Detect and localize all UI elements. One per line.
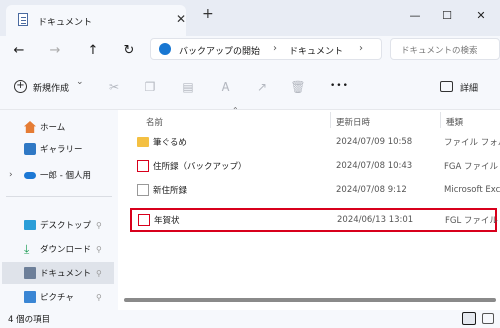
home-icon [24, 121, 36, 133]
toolbar: + 新規作成 ⌄ ✂ ❐ ▤ Ꭺ ↗ 🗑 ••• 詳細 [0, 64, 500, 110]
sidebar: ホーム ギャラリー › 一郎 - 個人用 デスクトップ ⚲ ⤓ ダウンロード ⚲… [0, 110, 118, 310]
new-button[interactable]: + 新規作成 ⌄ [14, 77, 94, 97]
paste-icon[interactable]: ▤ [180, 79, 196, 95]
pin-icon[interactable]: ⚲ [96, 293, 102, 302]
breadcrumb-backup[interactable]: バックアップの開始 [179, 44, 260, 57]
details-label: 詳細 [460, 84, 479, 94]
sidebar-item-downloads[interactable]: ⤓ ダウンロード ⚲ [0, 238, 118, 260]
more-options-button[interactable]: ••• [330, 81, 349, 91]
tab-documents[interactable]: ドキュメント ✕ [6, 5, 186, 36]
pictures-icon [24, 291, 36, 303]
sidebar-divider [6, 196, 112, 197]
expand-chevron-icon[interactable]: › [9, 170, 13, 180]
column-divider [330, 112, 331, 128]
address-row: ← → ↑ ↻ バックアップの開始 › ドキュメント › ドキュメントの検索 [0, 36, 500, 64]
sort-chevron-icon: ⌃ [232, 106, 239, 115]
sidebar-item-documents[interactable]: ドキュメント ⚲ [2, 262, 114, 284]
fga-file-icon [137, 160, 149, 172]
back-icon[interactable]: ← [8, 39, 30, 61]
file-date: 2024/07/09 10:58 [336, 137, 413, 147]
tiles-view-icon[interactable] [482, 313, 494, 324]
file-type: Microsoft Excel [444, 185, 500, 195]
item-count: 4 個の項目 [8, 315, 51, 325]
sidebar-item-label: デスクトップ [40, 221, 92, 231]
file-name: 筆ぐるめ [153, 138, 187, 148]
file-name: 新住所録 [153, 186, 188, 196]
maximize-button[interactable]: ☐ [432, 4, 462, 26]
tab-close-icon[interactable]: ✕ [176, 12, 186, 26]
file-date: 2024/06/13 13:01 [337, 215, 414, 225]
document-icon [18, 13, 28, 26]
column-header-type[interactable]: 種類 [446, 116, 463, 128]
table-row[interactable]: 新住所録 2024/07/08 9:12 Microsoft Excel [131, 180, 500, 200]
documents-icon [24, 267, 36, 279]
delete-icon[interactable]: 🗑 [290, 79, 306, 95]
horizontal-scrollbar[interactable] [124, 298, 496, 302]
file-date: 2024/07/08 9:12 [336, 185, 407, 195]
column-header-name[interactable]: 名前 [146, 116, 163, 128]
sidebar-item-desktop[interactable]: デスクトップ ⚲ [0, 214, 118, 236]
breadcrumb-separator: › [273, 43, 277, 54]
rename-icon[interactable]: Ꭺ [218, 79, 234, 95]
share-icon[interactable]: ↗ [254, 79, 270, 95]
status-bar: 4 個の項目 [0, 310, 500, 328]
add-tab-icon[interactable]: + [202, 6, 214, 22]
sidebar-item-pictures[interactable]: ピクチャ ⚲ [0, 286, 118, 308]
pin-icon[interactable]: ⚲ [96, 221, 102, 230]
forward-icon[interactable]: → [44, 39, 66, 61]
cut-icon[interactable]: ✂ [106, 79, 122, 95]
tab-title: ドキュメント [38, 18, 93, 28]
up-icon[interactable]: ↑ [82, 39, 104, 61]
desktop-icon [24, 220, 36, 230]
file-name: 住所録（バックアップ） [153, 162, 247, 172]
chevron-down-icon: ⌄ [76, 77, 84, 87]
minimize-button[interactable]: — [400, 4, 430, 26]
file-date: 2024/07/08 10:43 [336, 161, 413, 171]
search-placeholder: ドキュメントの検索 [401, 46, 478, 56]
table-row[interactable]: 筆ぐるめ 2024/07/09 10:58 ファイル フォルダー [131, 132, 500, 152]
column-divider [440, 112, 441, 128]
excel-file-icon [137, 184, 149, 196]
fgl-file-icon [138, 214, 150, 226]
table-row-highlighted[interactable]: 年賀状 2024/06/13 13:01 FGL ファイル [130, 208, 498, 232]
sidebar-item-label: 一郎 - 個人用 [40, 171, 91, 181]
sidebar-item-label: ドキュメント [40, 269, 92, 279]
details-button[interactable]: 詳細 [440, 79, 496, 97]
pin-icon[interactable]: ⚲ [96, 269, 102, 278]
title-bar: ドキュメント ✕ + — ☐ ✕ [0, 0, 500, 36]
sidebar-item-label: ダウンロード [40, 245, 92, 255]
column-header-date[interactable]: 更新日時 [336, 116, 370, 128]
file-type: ファイル フォルダー [444, 138, 500, 148]
close-button[interactable]: ✕ [466, 4, 496, 26]
download-icon: ⤓ [24, 242, 30, 256]
address-bar[interactable]: バックアップの開始 › ドキュメント › [150, 38, 382, 60]
copy-icon[interactable]: ❐ [142, 79, 158, 95]
table-row[interactable]: 住所録（バックアップ） 2024/07/08 10:43 FGA ファイル [131, 156, 498, 176]
details-pane-icon [440, 81, 453, 92]
sidebar-item-label: ピクチャ [40, 293, 74, 303]
sidebar-item-gallery[interactable]: ギャラリー [0, 138, 118, 160]
new-label: 新規作成 [33, 84, 70, 94]
breadcrumb-documents[interactable]: ドキュメント [289, 44, 343, 57]
gallery-icon [24, 143, 36, 155]
sidebar-item-onedrive[interactable]: › 一郎 - 個人用 [0, 164, 118, 186]
plus-icon: + [14, 80, 27, 93]
sidebar-item-label: ホーム [40, 123, 66, 133]
search-box[interactable]: ドキュメントの検索 [390, 38, 500, 60]
breadcrumb-separator: › [359, 43, 363, 54]
sidebar-item-home[interactable]: ホーム [0, 116, 118, 138]
file-name: 年賀状 [154, 216, 180, 226]
folder-icon [137, 137, 149, 147]
details-view-icon[interactable] [462, 312, 476, 325]
pin-icon[interactable]: ⚲ [96, 245, 102, 254]
refresh-icon[interactable]: ↻ [118, 39, 140, 61]
cloud-icon [24, 171, 36, 179]
file-type: FGA ファイル [444, 162, 498, 172]
sidebar-item-label: ギャラリー [40, 145, 83, 155]
file-type: FGL ファイル [445, 216, 498, 226]
cloud-backup-icon [159, 43, 171, 55]
